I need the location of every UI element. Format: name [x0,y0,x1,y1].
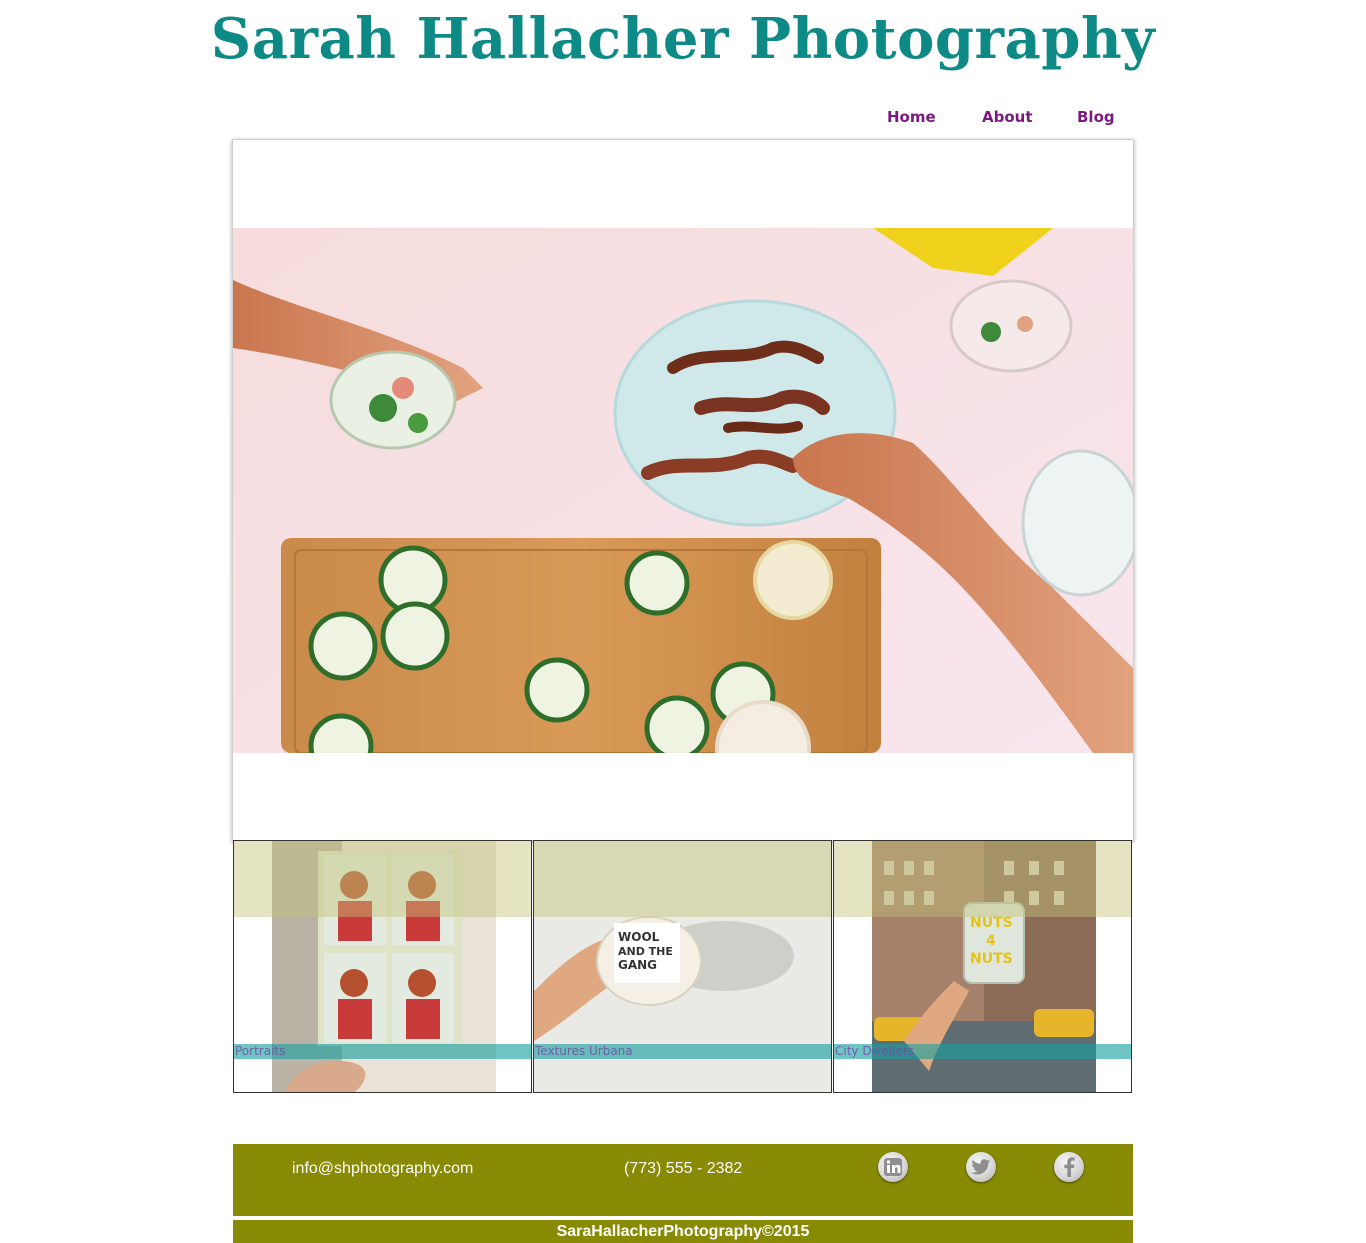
facebook-icon[interactable] [1054,1152,1084,1182]
copyright: SaraHallacherPhotography©2015 [233,1220,1133,1243]
tile-label-portraits: Portraits [235,1044,286,1058]
main-nav: Home About Blog [0,108,1366,128]
svg-text:NUTS: NUTS [970,915,1013,931]
tile-label-textures-urbana: Textures Urbana [535,1044,633,1058]
linkedin-icon[interactable] [878,1152,908,1182]
gallery-tile-textures-urbana[interactable]: WOOL AND THE GANG Textures Urbana [533,840,832,1093]
gallery-tile-portraits[interactable]: Portraits [233,840,532,1093]
tile-label-city-dwellers: City Dwellers [835,1044,915,1058]
site-title: Sarah Hallacher Photography [210,6,1156,72]
nav-about[interactable]: About [982,108,1033,126]
hero-slideshow [232,139,1134,841]
hero-image [233,228,1133,753]
twitter-icon[interactable] [966,1152,996,1182]
nav-home[interactable]: Home [887,108,936,126]
gallery: Portraits WOOL AND THE GANG Textures Urb… [233,840,1133,1094]
hero-photo [233,228,1133,753]
tile-overlay-top [534,841,831,917]
svg-text:WOOL: WOOL [618,930,660,944]
svg-text:NUTS: NUTS [970,951,1013,967]
footer-phone: (773) 555 - 2382 [624,1160,743,1177]
footer-email[interactable]: info@shphotography.com [292,1160,473,1178]
nav-blog[interactable]: Blog [1077,108,1115,126]
tile-overlay-top [234,841,531,917]
gallery-tile-city-dwellers[interactable]: NUTS 4 NUTS City Dwellers [833,840,1132,1093]
svg-text:4: 4 [986,933,996,949]
tile-overlay-top [834,841,1131,917]
svg-text:GANG: GANG [618,958,657,972]
footer: info@shphotography.com (773) 555 - 2382 [233,1144,1133,1216]
svg-text:AND THE: AND THE [618,945,673,958]
